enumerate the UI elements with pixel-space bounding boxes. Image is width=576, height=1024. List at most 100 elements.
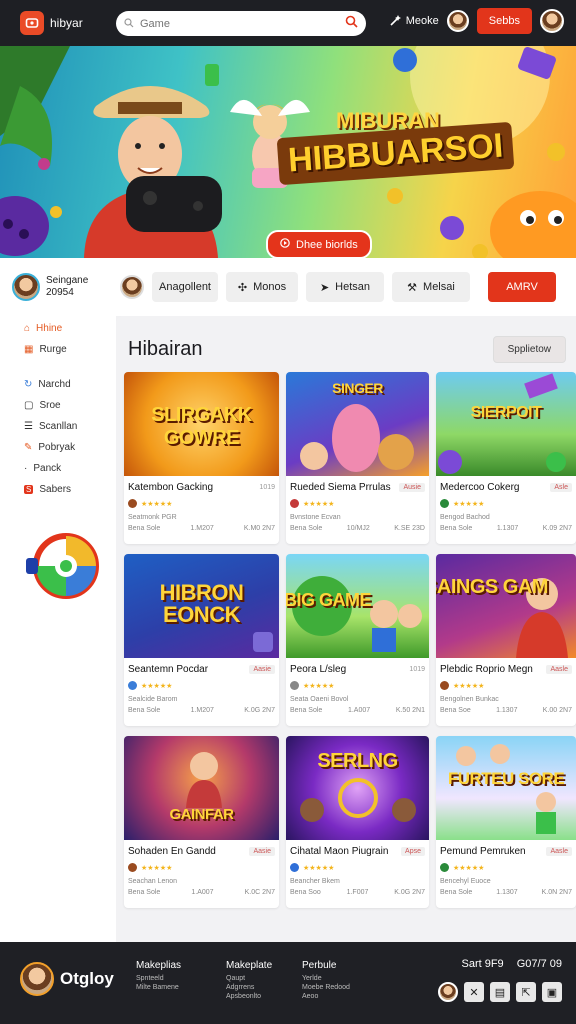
footer-link[interactable]: Qaupt [226,974,272,983]
publisher-avatar [128,499,137,508]
game-foot-mid: 1.1307 [496,525,519,532]
user-id: 20954 [46,287,74,298]
profile-avatar[interactable] [540,9,564,33]
game-foot-left: Bena Sole [128,889,161,896]
thumbnail-title: SAINGS GAM [436,576,548,598]
page-title: Hibairan [128,338,203,360]
game-card[interactable]: GAINFAR Sohaden En Gandd Aasie ★★★★★ Sea… [124,736,279,908]
star-rating-icon: ★★★★★ [453,682,485,690]
app-logo[interactable] [20,11,44,35]
footer-link[interactable]: Yerlde [302,974,350,983]
user-avatar-small[interactable] [446,10,469,32]
sidebar-item-6[interactable]: ✎ Pobryak [0,437,116,458]
main-content: Hibairan Spplietow SLIRGAKK GOWRE Katemb… [116,316,576,942]
game-card[interactable]: HIBRON EONCK Seantemn Pocdar Aasie ★★★★★… [124,554,279,726]
footer-logo[interactable]: Otgloy [20,962,114,996]
game-tag: Apse [401,847,425,856]
search-input[interactable] [140,17,345,30]
publisher-avatar [440,863,449,872]
footer-link[interactable]: Milte Bamene [136,983,181,992]
footer-link[interactable]: Adgrrens [226,983,272,992]
sidebar-item-3[interactable]: ↻ Narchd [0,374,116,395]
publisher-avatar [128,681,137,690]
filter-cta-button[interactable]: AMRV [488,272,556,302]
publisher-avatar [440,681,449,690]
game-thumbnail: BIG GAME [286,554,429,658]
game-card[interactable]: FURTEU SORE Pemund Pemruken Aasle ★★★★★ … [436,736,576,908]
sidebar-item-2[interactable]: ▦ Rurge [0,339,116,360]
doc-icon: ▢ [24,400,34,411]
game-thumbnail: SERLNG [286,736,429,840]
sidebar-item-label: Narchd [38,379,71,390]
footer-mascot-icon [20,962,54,996]
thumbnail-title: GAINFAR [169,806,235,823]
mode-label: Meoke [405,15,439,27]
star-rating-icon: ★★★★★ [141,864,173,872]
footer: Otgloy Makeplias Spnteeld Milte Bamene M… [0,942,576,1024]
star-rating-icon: ★★★★★ [303,864,335,872]
user-avatar [12,273,40,301]
game-card[interactable]: SERLNG Cihatal Maon Piugrain Apse ★★★★★ … [286,736,429,908]
game-meta: Bengolnen Bunkac [440,696,499,703]
x-social-icon[interactable]: ✕ [464,982,484,1002]
sidebar-item-label: Pobryak [38,442,76,453]
sidebar-item-4[interactable]: ▢ Sroe [0,395,116,416]
top-bar: hibyar Meoke Sebbs [0,0,576,46]
book-icon[interactable]: ▤ [490,982,510,1002]
friend-avatar[interactable] [120,275,144,299]
game-tag: Aasle [546,847,572,856]
game-grid: SLIRGAKK GOWRE Katembon Gacking 1019 ★★★… [124,372,576,908]
signin-button[interactable]: Sebbs [476,8,532,34]
game-card[interactable]: BIG GAME Peora L/sleg 1019 ★★★★★ Seata O… [286,554,429,726]
filter-chip-4[interactable]: ⚒ Melsai [392,272,470,302]
publisher-avatar [290,863,299,872]
spinner-wheel-icon[interactable] [22,524,104,606]
filter-chip-2[interactable]: ✣ Monos [226,272,298,302]
mode-link[interactable]: Meoke [390,14,439,29]
filter-chip-1[interactable]: Anagollent [152,272,218,302]
publisher-avatar [128,863,137,872]
game-card[interactable]: SINGER Rueded Siema Prrulas Ausie ★★★★★ … [286,372,429,544]
game-meta: Sealcide Barom [128,696,178,703]
game-card[interactable]: SLIRGAKK GOWRE Katembon Gacking 1019 ★★★… [124,372,279,544]
sidebar-item-5[interactable]: ☰ Scanllan [0,416,116,437]
user-profile-chip[interactable]: Seingane 20954 [12,273,116,301]
footer-avatar-icon[interactable] [438,982,458,1002]
game-foot-left: Bena Sole [440,889,473,896]
game-foot-mid: 10/MJ2 [346,525,370,532]
sidebar-item-label: Rurge [39,344,67,355]
game-foot-right: K.SE 23D [394,525,425,532]
game-card[interactable]: SAINGS GAM Plebdic Roprio Megn Aasle ★★★… [436,554,576,726]
search-bar[interactable] [116,11,366,36]
footer-link[interactable]: Moebe Redood [302,983,350,992]
tag-icon: S [24,485,34,494]
thumbnail-art [300,404,414,472]
hero-banner[interactable]: MIBURAN HIBBUARSOI Dhee biorlds [0,46,576,258]
game-card[interactable]: SIERPOIT Medercoo Cokerg Asle ★★★★★ Beng… [436,372,576,544]
share-icon[interactable]: ⇱ [516,982,536,1002]
sidebar-item-8[interactable]: S Sabers [0,479,116,500]
sidebar-item-7[interactable]: · Panck [0,458,116,479]
sidebar-item-home[interactable]: ⌂ Hhine [0,318,116,339]
sort-button[interactable]: Spplietow [492,336,566,363]
footer-stat-label: Sart 9F9 [461,958,504,970]
game-title: Peora L/sleg [290,664,347,675]
filter-chip-1-label: Anagollent [159,281,211,293]
footer-link[interactable]: Aeoo [302,992,350,1001]
search-icon[interactable] [345,15,358,33]
game-foot-mid: 1.M207 [190,525,214,532]
footer-link[interactable]: Apsbeonlto [226,992,272,1001]
filter-chip-3[interactable]: ➤ Hetsan [306,272,384,302]
chat-icon[interactable]: ▣ [542,982,562,1002]
footer-link[interactable]: Spnteeld [136,974,181,983]
filter-chip-3-label: Hetsan [335,281,371,293]
footer-stat-value: G07/7 09 [516,958,562,970]
refresh-icon: ↻ [24,379,33,390]
wand-icon [390,14,402,29]
game-title: Katembon Gacking [128,482,214,493]
thumbnail-art [438,373,566,474]
game-meta: Seatmonk PGR [128,514,177,521]
game-foot-right: K.M0 2N7 [243,525,275,532]
filter-bar: Seingane 20954 Anagollent ✣ Monos ➤ Hets… [0,258,576,316]
hero-cta-button[interactable]: Dhee biorlds [266,230,372,258]
